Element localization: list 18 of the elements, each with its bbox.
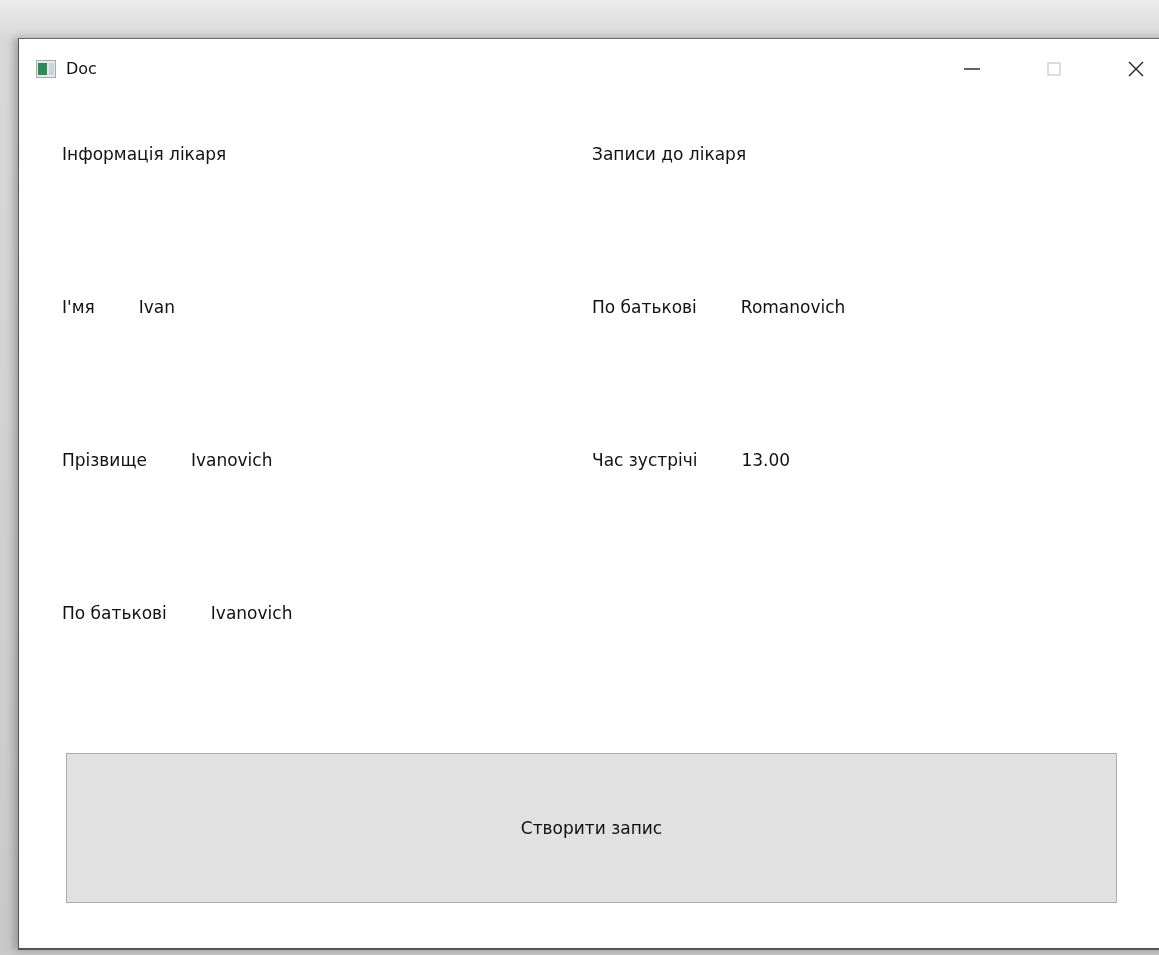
field-label: По батькові: [62, 602, 167, 625]
section-heading: Записи до лікаря: [592, 143, 747, 166]
field-value: Ivanovich: [190, 449, 273, 472]
field-label: По батькові: [592, 296, 697, 319]
create-record-button[interactable]: Створити запис: [66, 753, 1117, 903]
app-icon: [36, 59, 56, 78]
field-value: Romanovich: [740, 296, 846, 319]
field-label: І'мя: [62, 296, 95, 319]
maximize-icon: [1045, 59, 1063, 78]
section-heading: Інформація лікаря: [62, 143, 227, 166]
field-value: 13.00: [741, 449, 791, 472]
window-title: Doc: [66, 59, 97, 78]
field-label: Час зустрічі: [592, 449, 698, 472]
minimize-icon: [964, 67, 980, 70]
field-value: Ivanovich: [210, 602, 293, 625]
close-icon: [1127, 59, 1145, 78]
field-label: Прізвище: [62, 449, 147, 472]
field-value: Ivan: [138, 296, 176, 319]
